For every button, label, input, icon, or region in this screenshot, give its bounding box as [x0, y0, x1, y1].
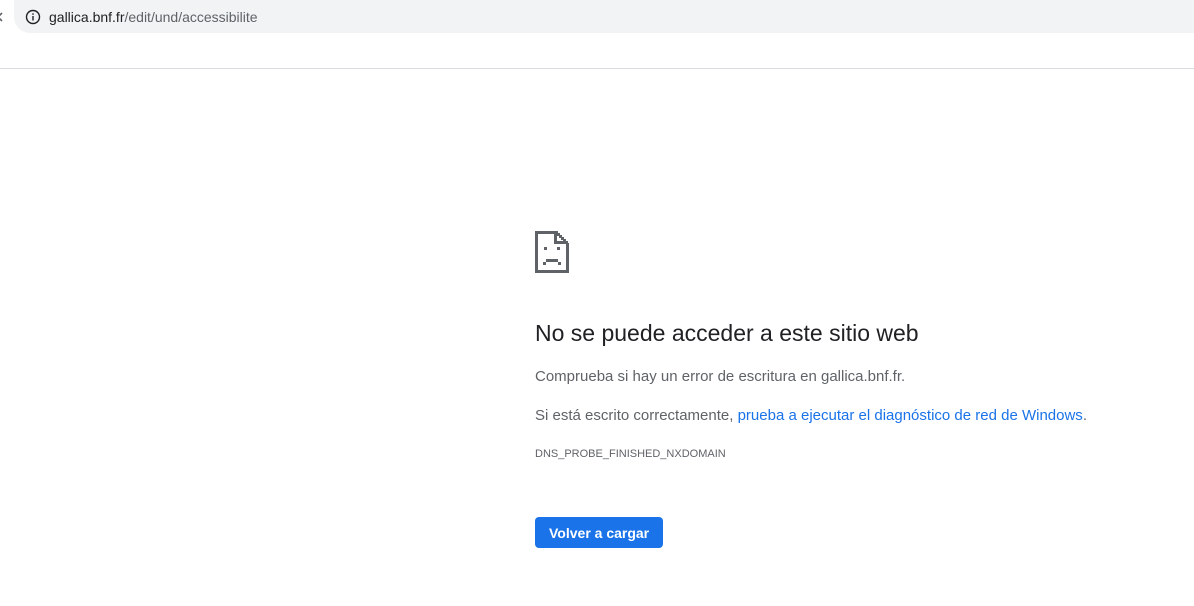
- error-code: DNS_PROBE_FINISHED_NXDOMAIN: [535, 448, 726, 460]
- diagnostics-suggestion: Si está escrito correctamente, prueba a …: [535, 407, 1087, 424]
- reload-button[interactable]: Volver a cargar: [535, 517, 664, 548]
- browser-toolbar: gallica.bnf.fr/edit/und/accessibilite: [0, 0, 1194, 69]
- sad-document-icon: [535, 231, 569, 273]
- check-typo-text: Comprueba si hay un error de escritura e…: [535, 368, 906, 385]
- error-headline: No se puede acceder a este sitio web: [535, 320, 919, 346]
- back-arrow-icon[interactable]: [0, 10, 6, 24]
- site-info-icon[interactable]: [25, 9, 41, 25]
- if-correct-prefix: Si está escrito correctamente,: [535, 407, 738, 424]
- url-path: /edit/und/accessibilite: [124, 8, 258, 25]
- address-bar[interactable]: gallica.bnf.fr/edit/und/accessibilite: [14, 0, 1194, 33]
- address-url[interactable]: gallica.bnf.fr/edit/und/accessibilite: [49, 9, 258, 25]
- url-host: gallica.bnf.fr: [49, 8, 125, 25]
- run-diagnostics-link[interactable]: prueba a ejecutar el diagnóstico de red …: [738, 407, 1083, 424]
- if-correct-suffix: .: [1082, 407, 1087, 424]
